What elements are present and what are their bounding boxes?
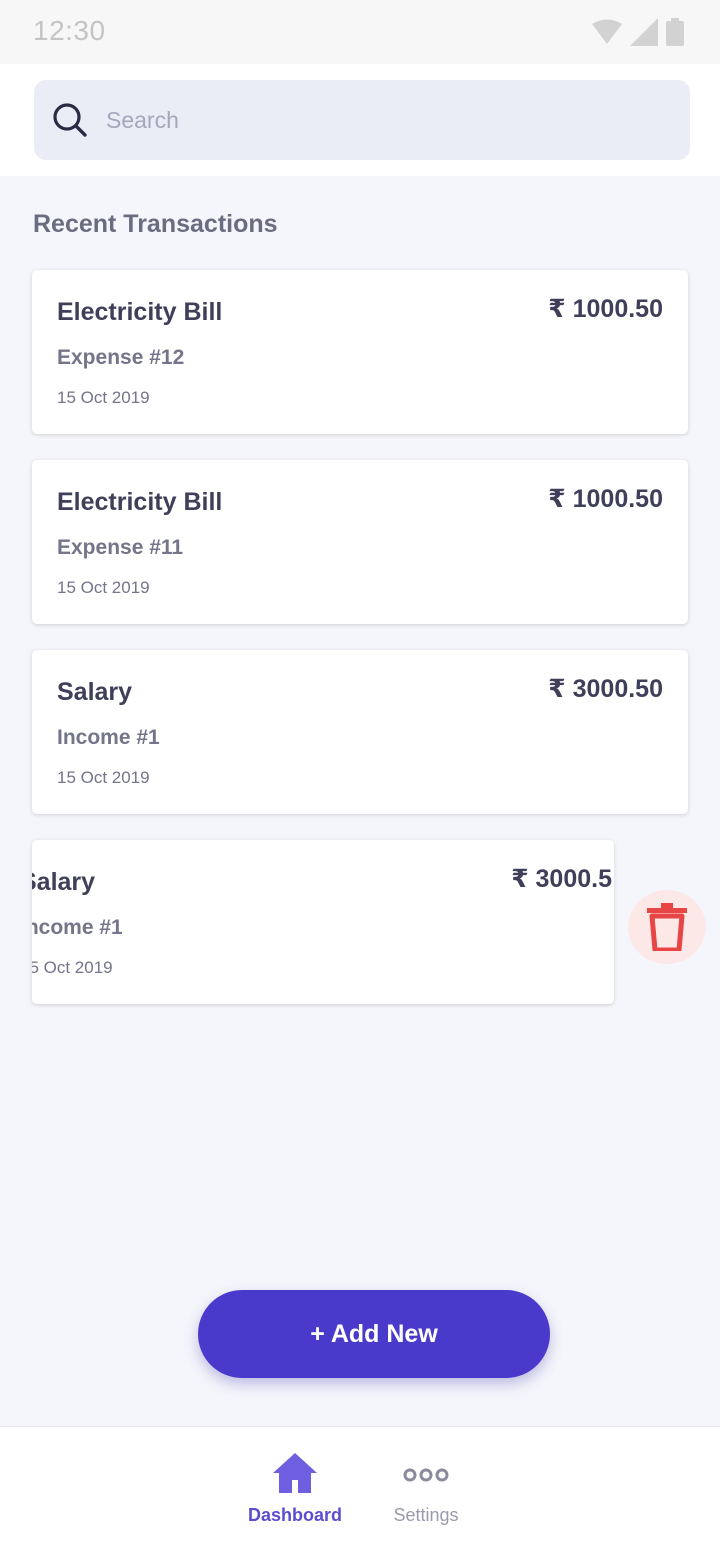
transaction-card-swiped[interactable]: Salary ₹ 3000.5 Income #1 15 Oct 2019 xyxy=(32,840,614,1004)
wifi-icon xyxy=(592,19,622,44)
transaction-subtitle: Income #1 xyxy=(32,916,123,939)
transaction-date: 15 Oct 2019 xyxy=(57,768,150,787)
transaction-title: Electricity Bill xyxy=(57,298,223,326)
transaction-amount: ₹ 1000.50 xyxy=(548,485,663,513)
search-input[interactable] xyxy=(106,80,666,160)
transaction-card[interactable]: Electricity Bill ₹ 1000.50 Expense #11 1… xyxy=(32,460,688,624)
delete-button[interactable] xyxy=(628,890,706,964)
transaction-amount: ₹ 1000.50 xyxy=(548,295,663,323)
home-icon xyxy=(273,1453,317,1493)
nav-label-settings: Settings xyxy=(393,1505,459,1525)
nav-item-settings[interactable]: Settings xyxy=(380,1427,472,1554)
transaction-amount: ₹ 3000.5 xyxy=(511,865,612,893)
search-icon xyxy=(53,103,87,137)
add-new-button[interactable]: + Add New xyxy=(198,1290,550,1378)
transaction-title: Salary xyxy=(57,678,133,706)
transaction-date: 15 Oct 2019 xyxy=(57,388,150,407)
transaction-date: 15 Oct 2019 xyxy=(57,578,150,597)
transaction-title: Salary xyxy=(32,868,96,896)
signal-icon xyxy=(630,18,658,46)
transaction-title: Electricity Bill xyxy=(57,488,223,516)
transaction-subtitle: Expense #11 xyxy=(57,536,184,559)
nav-item-dashboard[interactable]: Dashboard xyxy=(240,1427,350,1554)
more-dots-icon xyxy=(403,1468,449,1482)
transaction-card[interactable]: Salary ₹ 3000.50 Income #1 15 Oct 2019 xyxy=(32,650,688,814)
transaction-amount: ₹ 3000.50 xyxy=(548,675,663,703)
bottom-nav: Dashboard Settings xyxy=(0,1426,720,1554)
trash-icon xyxy=(647,903,687,951)
battery-icon xyxy=(666,18,684,46)
transaction-subtitle: Expense #12 xyxy=(57,346,185,369)
transaction-subtitle: Income #1 xyxy=(57,726,160,749)
section-title: Recent Transactions xyxy=(33,210,278,238)
transaction-card[interactable]: Electricity Bill ₹ 1000.50 Expense #12 1… xyxy=(32,270,688,434)
status-time: 12:30 xyxy=(33,15,106,46)
nav-label-dashboard: Dashboard xyxy=(247,1505,343,1525)
status-bar: 12:30 xyxy=(0,0,720,64)
transaction-date: 15 Oct 2019 xyxy=(32,958,113,977)
search-area xyxy=(0,64,720,176)
status-icons xyxy=(592,18,684,46)
search-box[interactable] xyxy=(34,80,690,160)
